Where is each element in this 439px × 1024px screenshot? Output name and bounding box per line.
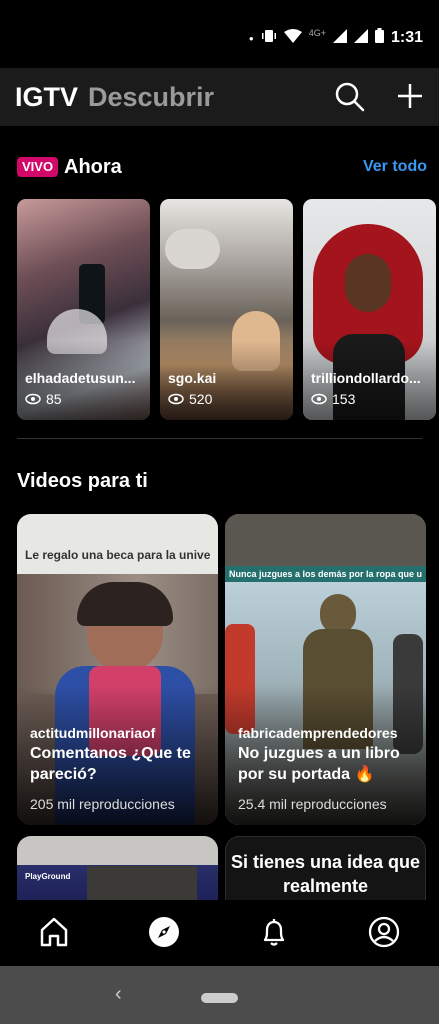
- video-account: actitudmillonariaof: [30, 725, 156, 741]
- wifi-icon: [283, 28, 302, 48]
- network-type: 4G+: [308, 28, 326, 38]
- viewer-count: 85: [25, 391, 62, 407]
- explore-icon[interactable]: [148, 916, 180, 953]
- live-username: trilliondollardo...: [311, 370, 421, 386]
- video-card[interactable]: Si tienes una idea que realmente: [225, 836, 426, 900]
- eye-icon: [25, 393, 41, 405]
- divider: [17, 438, 422, 439]
- viewer-count-value: 520: [189, 391, 213, 407]
- video-card[interactable]: Le regalo una beca para la universidad. …: [17, 514, 218, 825]
- dot-icon: ●: [248, 33, 254, 43]
- viewer-count: 153: [311, 391, 355, 407]
- app-title: IGTV: [15, 82, 79, 112]
- clock: 1:31: [390, 29, 423, 46]
- video-card-text: Si tienes una idea que realmente: [230, 852, 421, 896]
- bottom-tab-bar: [0, 900, 439, 966]
- home-pill[interactable]: [201, 993, 238, 1003]
- signal-icon: [353, 28, 368, 48]
- profile-icon[interactable]: [368, 916, 400, 953]
- app-bar: IGTV Descubrir: [0, 68, 439, 126]
- video-title: No juzgues a un libro por su portada 🔥: [238, 745, 400, 783]
- vibrate-icon: [261, 29, 277, 48]
- viewer-count-value: 85: [46, 391, 62, 407]
- video-overlay-text: PlayGround: [25, 872, 71, 881]
- live-card[interactable]: trilliondollardo... 153: [303, 199, 436, 420]
- viewer-count-value: 153: [332, 391, 356, 407]
- video-card[interactable]: Nunca juzgues a los demás por la ropa qu…: [225, 514, 426, 825]
- viewer-count: 520: [168, 391, 212, 407]
- video-overlay-text: Nunca juzgues a los demás por la ropa qu…: [229, 569, 422, 579]
- video-card[interactable]: PlayGround: [17, 836, 218, 900]
- battery-icon: [374, 28, 384, 48]
- live-card[interactable]: sgo.kai 520: [160, 199, 293, 420]
- video-overlay-text: Le regalo una beca para la universidad.: [25, 548, 210, 562]
- system-nav-bar: ‹: [0, 966, 439, 1024]
- live-section-title: Ahora: [64, 156, 122, 178]
- live-card[interactable]: elhadadetusun... 85: [17, 199, 150, 420]
- page-title: Descubrir: [88, 82, 215, 112]
- video-views: 25.4 mil reproducciones: [238, 796, 387, 812]
- status-bar: ● 4G+ 1:31: [0, 0, 439, 68]
- home-icon[interactable]: [38, 916, 70, 953]
- live-username: sgo.kai: [168, 370, 217, 386]
- notifications-icon[interactable]: [258, 916, 290, 953]
- live-badge: VIVO: [17, 157, 59, 177]
- plus-icon[interactable]: [395, 81, 425, 116]
- see-all-link[interactable]: Ver todo: [363, 158, 427, 176]
- videos-section-title: Videos para ti: [17, 470, 148, 492]
- signal-icon: [332, 28, 347, 48]
- eye-icon: [311, 393, 327, 405]
- search-icon[interactable]: [334, 81, 366, 118]
- eye-icon: [168, 393, 184, 405]
- live-username: elhadadetusun...: [25, 370, 136, 386]
- video-account: fabricademprendedores: [238, 725, 398, 741]
- video-title: Comentanos ¿Que te pareció?: [30, 745, 191, 783]
- live-section-header: VIVO Ahora Ver todo: [17, 156, 427, 182]
- video-views: 205 mil reproducciones: [30, 796, 175, 812]
- back-icon[interactable]: ‹: [115, 983, 122, 1006]
